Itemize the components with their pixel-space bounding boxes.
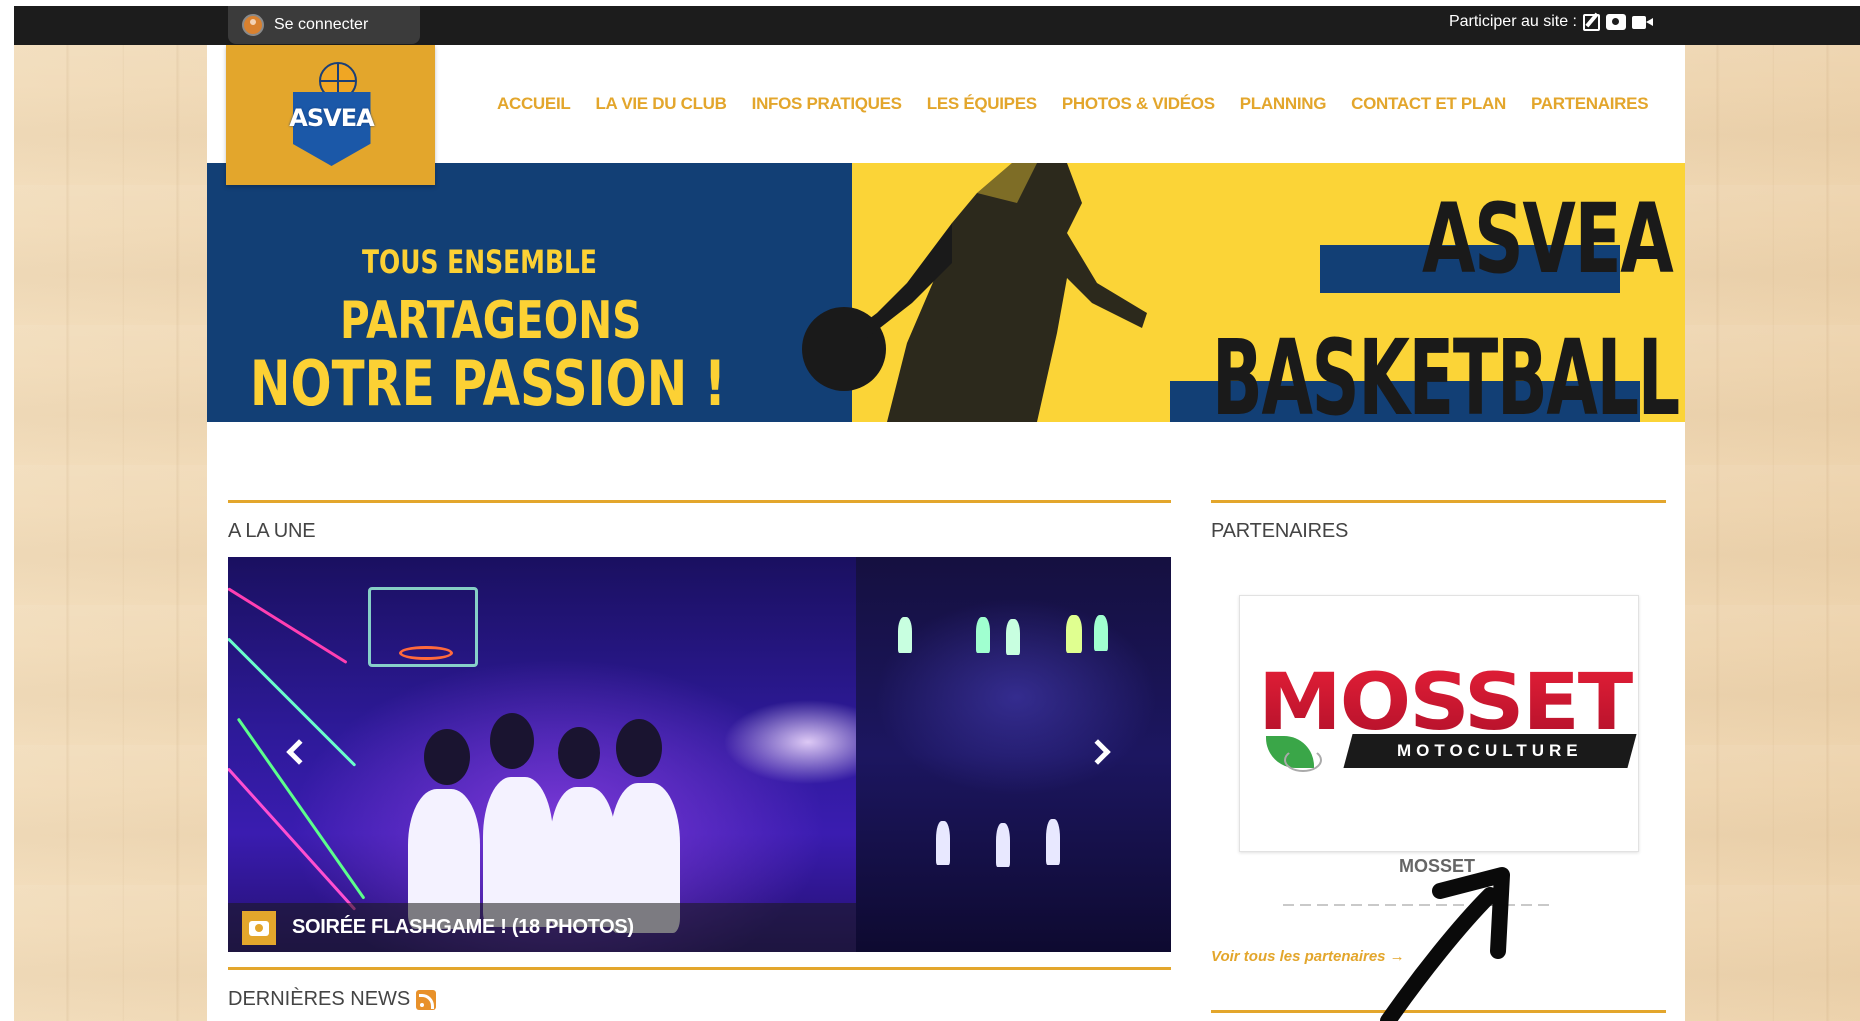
user-icon	[242, 14, 264, 36]
video-icon[interactable]	[1632, 14, 1654, 30]
banner-line-1: TOUS ENSEMBLE	[362, 243, 597, 281]
participer-label: Participer au site :	[1448, 13, 1577, 30]
photo-slider[interactable]: SOIRÉE FLASHGAME ! (18 PHOTOS)	[228, 557, 1171, 952]
banner-sport: BASKETBALL	[1212, 317, 1680, 422]
login-label: Se connecter	[274, 16, 369, 33]
nav-item-accueil[interactable]: ACCUEIL	[497, 94, 571, 114]
pager-dot[interactable]	[1283, 904, 1294, 906]
section-title-partenaires: PARTENAIRES	[1211, 520, 1349, 542]
nav-item-partenaires[interactable]: PARTENAIRES	[1531, 94, 1649, 114]
nav-item-planning[interactable]: PLANNING	[1240, 94, 1327, 114]
banner-club-name: ASVEA	[1422, 183, 1674, 295]
slide-photo-right	[856, 557, 1171, 952]
camera-icon	[242, 910, 276, 945]
pager-dot[interactable]	[1300, 904, 1311, 906]
basketball-hoop	[368, 587, 478, 667]
logo-badge: ASVEA	[281, 60, 381, 170]
section-title-une: A LA UNE	[228, 520, 316, 542]
see-all-partners-link[interactable]: Voir tous les partenaires →	[1211, 948, 1405, 965]
participer-area: Participer au site :	[1449, 13, 1654, 31]
banner-line-3: NOTRE PASSION !	[250, 347, 727, 420]
leaf-swoosh-icon	[1284, 748, 1322, 772]
camera-icon[interactable]	[1606, 14, 1626, 30]
pager-dot[interactable]	[1334, 904, 1345, 906]
partner-card[interactable]: MOSSET MOTOCULTURE	[1239, 595, 1639, 852]
logo-text: ASVEA	[289, 104, 374, 132]
slide-caption-text: SOIRÉE FLASHGAME ! (18 PHOTOS)	[292, 916, 634, 938]
hero-banner: TOUS ENSEMBLE PARTAGEONS NOTRE PASSION !…	[207, 163, 1685, 422]
nav-item-photos-videos[interactable]: PHOTOS & VIDÉOS	[1062, 94, 1215, 114]
nav-item-equipes[interactable]: LES ÉQUIPES	[927, 94, 1037, 114]
section-rule-news	[228, 967, 1171, 970]
edit-icon[interactable]	[1583, 13, 1600, 31]
login-button[interactable]: Se connecter	[228, 6, 420, 44]
section-title-news: DERNIÈRES NEWS	[228, 988, 437, 1011]
nav-item-vie-du-club[interactable]: LA VIE DU CLUB	[595, 94, 726, 114]
pager-dot[interactable]	[1317, 904, 1328, 906]
pager-dot[interactable]	[1351, 904, 1362, 906]
news-title-text: DERNIÈRES NEWS	[228, 988, 411, 1010]
club-logo[interactable]: ASVEA	[226, 45, 435, 185]
main-nav: ACCUEIL LA VIE DU CLUB INFOS PRATIQUES L…	[497, 94, 1649, 114]
rss-icon[interactable]	[416, 989, 437, 1010]
partner-logo-bar: MOTOCULTURE	[1343, 734, 1637, 768]
nav-item-infos-pratiques[interactable]: INFOS PRATIQUES	[752, 94, 902, 114]
section-rule-une	[228, 500, 1171, 503]
player-illustration	[802, 163, 1147, 422]
pointer-arrow-annotation	[1380, 867, 1510, 1021]
partner-logo-subtext: MOTOCULTURE	[1397, 741, 1583, 760]
banner-line-2: PARTAGEONS	[340, 291, 642, 351]
slide-photo-left: SOIRÉE FLASHGAME ! (18 PHOTOS)	[228, 557, 856, 952]
section-rule-partenaires	[1211, 500, 1666, 503]
slide-caption[interactable]: SOIRÉE FLASHGAME ! (18 PHOTOS)	[228, 903, 856, 952]
pager-dot[interactable]	[1368, 904, 1379, 906]
nav-item-contact[interactable]: CONTACT ET PLAN	[1351, 94, 1506, 114]
